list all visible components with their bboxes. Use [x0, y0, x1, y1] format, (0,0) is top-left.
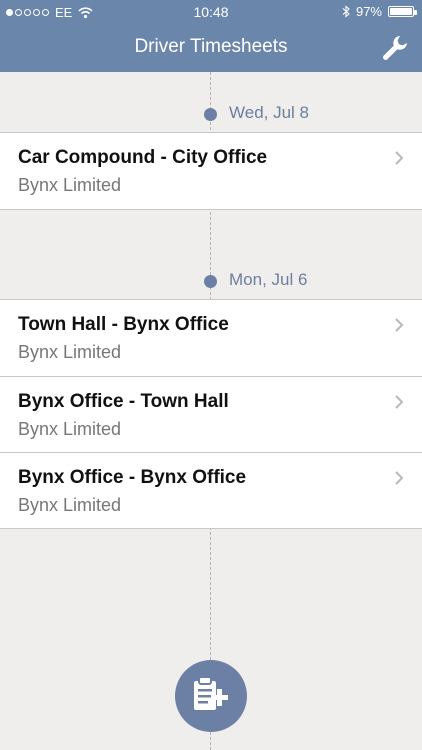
route-title: Town Hall - Bynx Office	[18, 314, 229, 335]
timesheet-row[interactable]: Town Hall - Bynx Office Bynx Limited	[0, 300, 422, 376]
chevron-right-icon	[395, 395, 404, 409]
route-title: Bynx Office - Town Hall	[18, 391, 229, 412]
company-name: Bynx Limited	[18, 419, 122, 439]
route-title: Car Compound - City Office	[18, 147, 268, 168]
date-header: Mon, Jul 6	[0, 268, 422, 292]
add-timesheet-icon	[194, 676, 228, 710]
timesheet-row[interactable]: Bynx Office - Town Hall Bynx Limited	[0, 376, 422, 452]
page-title: Driver Timesheets	[134, 36, 288, 57]
battery-percent: 97%	[355, 4, 382, 19]
nav-bar: EE 10:48 97% Driver Timesheets	[0, 0, 422, 72]
chevron-right-icon	[395, 471, 404, 485]
battery-icon	[388, 6, 417, 17]
settings-button[interactable]	[380, 33, 410, 63]
company-name: Bynx Limited	[18, 175, 122, 195]
timesheet-list: Town Hall - Bynx Office Bynx Limited Byn…	[0, 299, 422, 529]
company-name: Bynx Limited	[18, 495, 122, 515]
date-label: Wed, Jul 8	[229, 103, 310, 122]
add-timesheet-button[interactable]	[175, 660, 247, 732]
bluetooth-icon	[342, 5, 350, 18]
route-title: Bynx Office - Bynx Office	[18, 467, 247, 488]
date-header: Wed, Jul 8	[0, 101, 422, 125]
timeline-dot	[204, 108, 217, 121]
timeline-dot	[204, 275, 217, 288]
timesheet-row[interactable]: Bynx Office - Bynx Office Bynx Limited	[0, 452, 422, 528]
chevron-right-icon	[395, 318, 404, 332]
chevron-right-icon	[395, 151, 404, 165]
date-label: Mon, Jul 6	[229, 270, 308, 289]
status-bar: EE 10:48 97%	[0, 0, 422, 24]
company-name: Bynx Limited	[18, 342, 122, 362]
wrench-icon	[383, 36, 407, 60]
timesheet-list: Car Compound - City Office Bynx Limited	[0, 132, 422, 210]
timesheet-row[interactable]: Car Compound - City Office Bynx Limited	[0, 133, 422, 209]
